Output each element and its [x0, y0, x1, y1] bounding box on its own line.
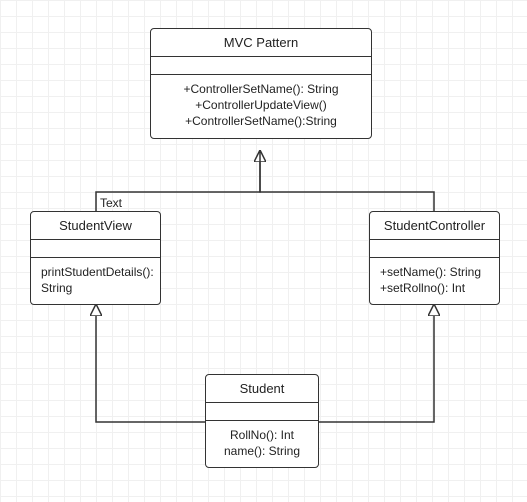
operation: +ControllerUpdateView()	[161, 97, 361, 113]
class-student-view[interactable]: StudentView printStudentDetails(): Strin…	[30, 211, 161, 305]
class-attributes	[31, 240, 160, 258]
connector-label-text: Text	[100, 196, 122, 210]
operation: +ControllerSetName(): String	[161, 81, 361, 97]
class-attributes	[151, 57, 371, 75]
class-mvc-pattern[interactable]: MVC Pattern +ControllerSetName(): String…	[150, 28, 372, 139]
class-operations: +setName(): String +setRollno(): Int	[370, 258, 499, 304]
operation: +ControllerSetName():String	[161, 113, 361, 129]
class-student-controller[interactable]: StudentController +setName(): String +se…	[369, 211, 500, 305]
class-attributes	[370, 240, 499, 258]
operation: +setRollno(): Int	[380, 280, 489, 296]
class-title: StudentView	[31, 212, 160, 240]
operation: printStudentDetails():	[41, 264, 150, 280]
class-attributes	[206, 403, 318, 421]
class-title: StudentController	[370, 212, 499, 240]
class-title: MVC Pattern	[151, 29, 371, 57]
operation: String	[41, 280, 150, 296]
diagram-canvas: MVC Pattern +ControllerSetName(): String…	[0, 0, 527, 502]
class-operations: printStudentDetails(): String	[31, 258, 160, 304]
operation: name(): String	[216, 443, 308, 459]
operation: RollNo(): Int	[216, 427, 308, 443]
class-student[interactable]: Student RollNo(): Int name(): String	[205, 374, 319, 468]
class-operations: RollNo(): Int name(): String	[206, 421, 318, 467]
class-title: Student	[206, 375, 318, 403]
class-operations: +ControllerSetName(): String +Controller…	[151, 75, 371, 138]
operation: +setName(): String	[380, 264, 489, 280]
